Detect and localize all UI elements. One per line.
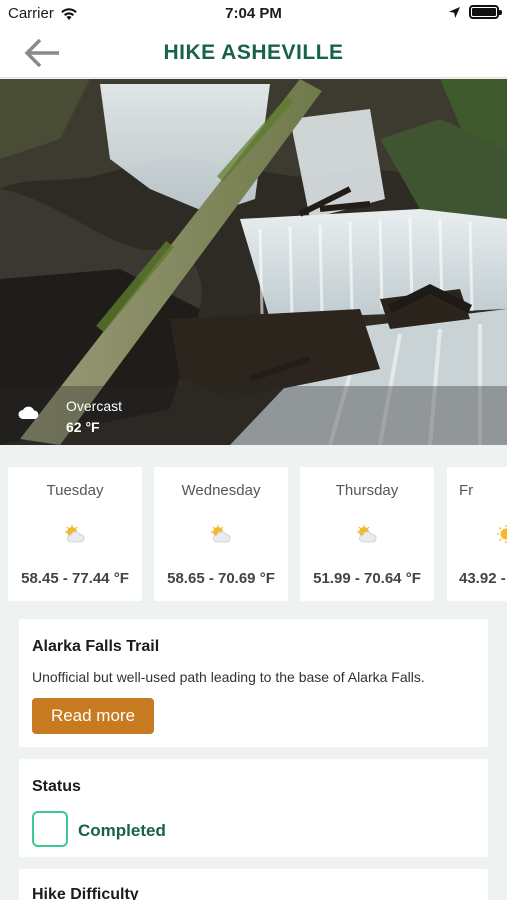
battery-icon <box>469 5 502 19</box>
trail-hero-image: Overcast 62 °F <box>0 79 507 445</box>
status-bar: Carrier 7:04 PM <box>0 0 507 28</box>
trail-name: Alarka Falls Trail <box>32 638 160 655</box>
clock: 7:04 PM <box>225 5 282 22</box>
difficulty-title: Hike Difficulty <box>32 886 139 900</box>
forecast-card: Thursday 51.99 - 70.64 °F <box>300 467 434 601</box>
status-title: Status <box>32 778 81 795</box>
trail-description: Unofficial but well-used path leading to… <box>32 669 425 685</box>
forecast-card: Tuesday 58.45 - 77.44 °F <box>8 467 142 601</box>
forecast-temp-range: 51.99 - 70.64 °F <box>313 570 421 587</box>
weather-temperature: 62 °F <box>66 419 100 435</box>
forecast-carousel[interactable]: Tuesday 58.45 - 77.44 °F Wednesday 58.65… <box>0 445 507 610</box>
forecast-temp-range: 58.65 - 70.69 °F <box>167 570 275 587</box>
weather-condition: Overcast <box>66 398 123 414</box>
page-title: HIKE ASHEVILLE <box>163 41 344 64</box>
cloud-icon <box>18 406 39 419</box>
difficulty-card: Hike Difficulty <box>19 869 488 900</box>
trail-info-card: Alarka Falls Trail Unofficial but well-u… <box>19 619 488 747</box>
current-weather: Overcast 62 °F <box>0 386 507 445</box>
partly-sunny-icon <box>211 525 231 543</box>
forecast-temp-range: 43.92 - <box>459 570 506 587</box>
forecast-day: Fr <box>459 482 474 499</box>
read-more-button[interactable]: Read more <box>32 698 154 734</box>
forecast-day: Wednesday <box>181 482 261 499</box>
partly-sunny-icon <box>357 525 377 543</box>
status-card: Status Completed <box>19 759 488 857</box>
forecast-day: Thursday <box>335 482 399 499</box>
forecast-temp-range: 58.45 - 77.44 °F <box>21 570 129 587</box>
forecast-card: Wednesday 58.65 - 70.69 °F <box>154 467 288 601</box>
forecast-card: Fr 43.92 - <box>447 467 507 601</box>
partly-sunny-icon <box>65 525 85 543</box>
location-arrow-icon <box>449 6 460 18</box>
completed-label[interactable]: Completed <box>78 821 166 841</box>
forecast-day: Tuesday <box>46 482 104 499</box>
nav-bar: HIKE ASHEVILLE <box>0 28 507 78</box>
sunny-icon <box>497 525 507 543</box>
status-indicators <box>448 5 502 19</box>
completed-checkbox[interactable] <box>32 811 68 847</box>
